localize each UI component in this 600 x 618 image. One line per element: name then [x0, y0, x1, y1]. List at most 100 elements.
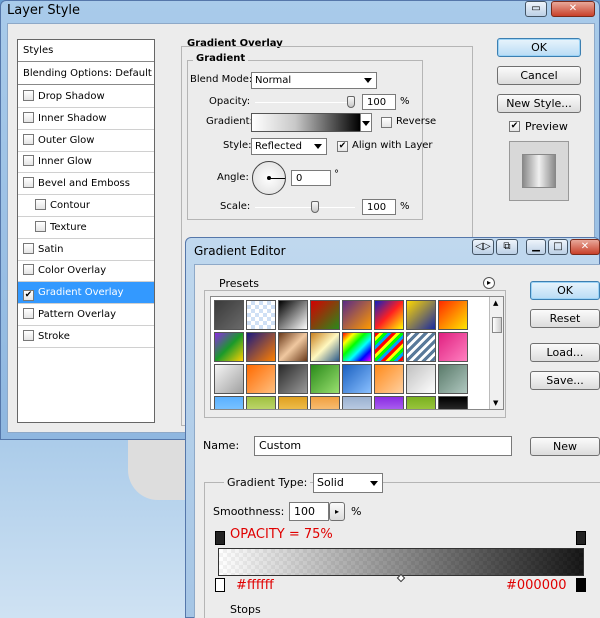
opacity-stop-right[interactable] — [576, 531, 586, 545]
style-item-stroke[interactable]: Stroke — [18, 326, 154, 348]
ge-ok-button[interactable]: OK — [530, 281, 600, 300]
presets-menu-icon[interactable]: ▸ — [483, 277, 495, 289]
preset-swatch[interactable] — [406, 396, 436, 409]
preset-swatch[interactable] — [374, 364, 404, 394]
opacity-slider-track[interactable] — [255, 102, 355, 103]
style-item-checkbox[interactable] — [23, 177, 34, 189]
new-style-button[interactable]: New Style... — [497, 94, 581, 113]
preset-swatch[interactable] — [342, 332, 372, 362]
style-item-inner-glow[interactable]: Inner Glow — [18, 151, 154, 174]
preset-swatch[interactable] — [406, 332, 436, 362]
style-item-texture[interactable]: Texture — [18, 217, 154, 239]
style-item-checkbox[interactable] — [23, 264, 34, 276]
preset-swatch[interactable] — [214, 332, 244, 362]
preset-swatch[interactable] — [278, 300, 308, 330]
color-stop-right[interactable] — [576, 578, 586, 592]
preset-swatch[interactable] — [246, 300, 276, 330]
scale-slider-thumb[interactable] — [311, 201, 319, 213]
close-button[interactable]: ✕ — [570, 239, 600, 255]
preset-swatch[interactable] — [310, 364, 340, 394]
minimize-button[interactable]: ▭ — [525, 1, 547, 17]
preset-swatch[interactable] — [246, 396, 276, 409]
close-button[interactable]: ✕ — [551, 1, 595, 17]
style-item-checkbox[interactable] — [23, 90, 34, 101]
ge-reset-button[interactable]: Reset — [530, 309, 600, 328]
gradient-preview-picker[interactable] — [251, 113, 361, 132]
preset-swatch[interactable] — [374, 332, 404, 362]
align-with-layer-checkbox[interactable]: ✔ — [337, 141, 348, 152]
style-item-outer-glow[interactable]: Outer Glow — [18, 130, 154, 152]
angle-dial[interactable] — [252, 161, 286, 195]
smoothness-stepper[interactable]: ▸ — [329, 502, 345, 521]
preset-swatch[interactable] — [246, 364, 276, 394]
gradient-dropdown-button[interactable] — [360, 113, 372, 132]
scroll-up-icon[interactable]: ▲ — [493, 299, 498, 307]
help-button[interactable]: ◁▷ — [472, 239, 494, 255]
preset-swatch[interactable] — [342, 396, 372, 409]
style-item-drop-shadow[interactable]: Drop Shadow — [18, 86, 154, 108]
preset-swatch[interactable] — [214, 300, 244, 330]
scroll-thumb[interactable] — [492, 317, 502, 333]
preview-checkbox[interactable]: ✔ — [509, 121, 520, 132]
preset-swatch[interactable] — [246, 332, 276, 362]
name-input[interactable]: Custom — [254, 436, 512, 456]
preset-swatch[interactable] — [406, 364, 436, 394]
restore-button[interactable]: ⧉ — [496, 239, 518, 255]
styles-header[interactable]: Styles — [18, 40, 154, 62]
style-item-checkbox[interactable] — [23, 111, 34, 123]
style-item-checkbox[interactable]: ✔ — [23, 290, 34, 302]
style-item-checkbox[interactable] — [23, 308, 34, 319]
preset-swatch[interactable] — [214, 396, 244, 409]
preset-swatch[interactable] — [310, 300, 340, 330]
gradient-type-dropdown[interactable]: Solid — [313, 473, 383, 493]
cancel-button[interactable]: Cancel — [497, 66, 581, 85]
ok-button[interactable]: OK — [497, 38, 581, 57]
preset-swatch[interactable] — [214, 364, 244, 394]
color-stop-left[interactable] — [215, 578, 225, 592]
scroll-down-icon[interactable]: ▼ — [493, 399, 498, 407]
ge-save-button[interactable]: Save... — [530, 371, 600, 390]
style-item-checkbox[interactable] — [23, 329, 34, 341]
preset-swatch[interactable] — [278, 396, 308, 409]
reverse-checkbox[interactable] — [381, 117, 392, 128]
style-item-checkbox[interactable] — [35, 220, 46, 232]
preset-swatch[interactable] — [438, 364, 468, 394]
preset-swatch[interactable] — [438, 396, 468, 409]
minimize-button[interactable]: ▁ — [526, 239, 546, 255]
preset-swatch[interactable] — [342, 300, 372, 330]
style-item-bevel-and-emboss[interactable]: Bevel and Emboss — [18, 173, 154, 196]
preset-swatch[interactable] — [310, 332, 340, 362]
preset-swatch[interactable] — [310, 396, 340, 409]
preset-swatch[interactable] — [438, 300, 468, 330]
maximize-button[interactable]: □ — [548, 239, 568, 255]
style-item-color-overlay[interactable]: Color Overlay — [18, 260, 154, 283]
scale-input[interactable]: 100 — [362, 199, 396, 215]
preset-swatch[interactable] — [278, 332, 308, 362]
ge-new-button[interactable]: New — [530, 437, 600, 456]
opacity-stop-left[interactable] — [215, 531, 225, 545]
opacity-slider-thumb[interactable] — [347, 96, 355, 108]
presets-scrollbar[interactable]: ▲ ▼ — [489, 297, 503, 409]
style-item-satin[interactable]: Satin — [18, 239, 154, 261]
style-item-checkbox[interactable] — [23, 155, 34, 167]
style-item-pattern-overlay[interactable]: Pattern Overlay — [18, 304, 154, 326]
style-item-checkbox[interactable] — [23, 133, 34, 145]
blending-options-item[interactable]: Blending Options: Default — [18, 63, 154, 85]
style-item-checkbox[interactable] — [35, 199, 46, 210]
preset-swatch[interactable] — [342, 364, 372, 394]
preset-swatch[interactable] — [374, 396, 404, 409]
gradient-bar[interactable] — [218, 548, 584, 576]
style-dropdown[interactable]: Reflected — [251, 138, 327, 155]
preset-swatch[interactable] — [374, 300, 404, 330]
style-item-checkbox[interactable] — [23, 242, 34, 254]
ge-load-button[interactable]: Load... — [530, 343, 600, 362]
style-item-gradient-overlay[interactable]: ✔ Gradient Overlay — [18, 282, 154, 305]
style-item-contour[interactable]: Contour — [18, 195, 154, 217]
preset-swatch[interactable] — [278, 364, 308, 394]
style-item-inner-shadow[interactable]: Inner Shadow — [18, 108, 154, 130]
blend-mode-dropdown[interactable]: Normal — [251, 72, 377, 89]
opacity-input[interactable]: 100 — [362, 94, 396, 110]
preset-swatch[interactable] — [406, 300, 436, 330]
smoothness-input[interactable]: 100 — [289, 502, 329, 521]
preset-swatch[interactable] — [438, 332, 468, 362]
